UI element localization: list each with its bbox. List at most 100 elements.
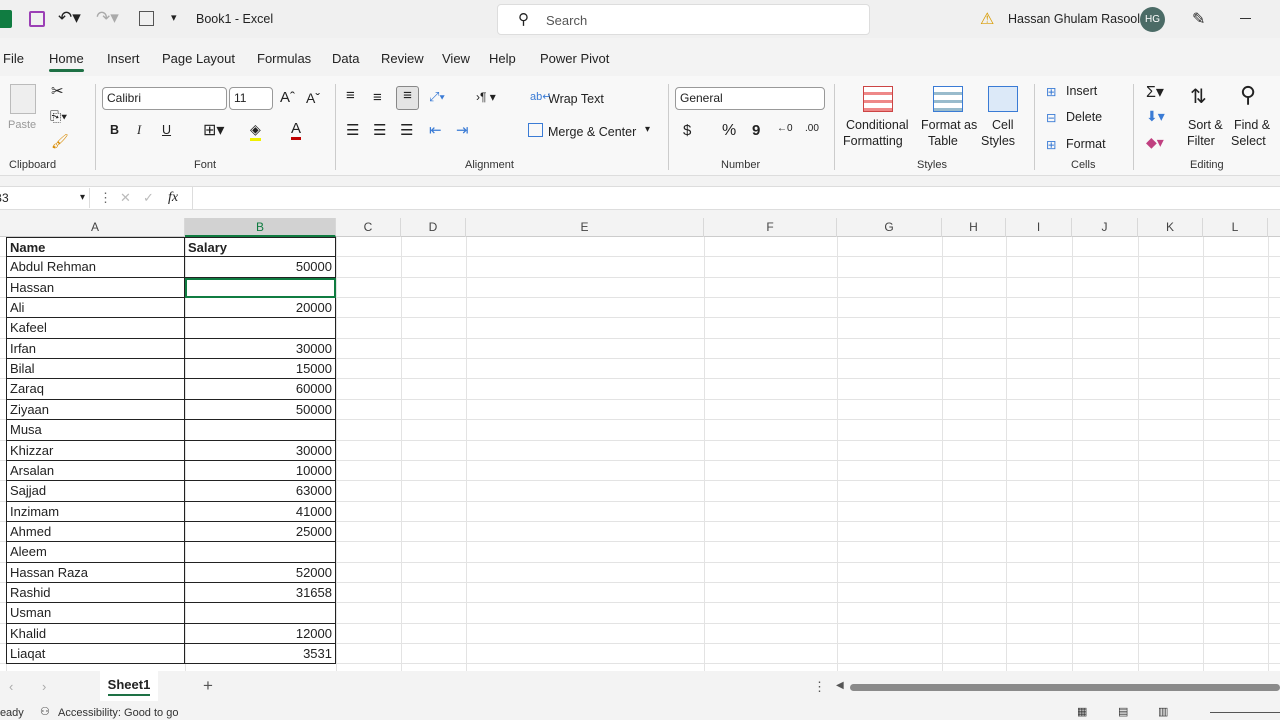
scroll-left-icon[interactable]: ◀ — [836, 680, 844, 691]
merge-center-button[interactable]: Merge & Center — [548, 125, 636, 139]
tab-formulas[interactable]: Formulas — [257, 51, 311, 66]
formula-input[interactable] — [192, 187, 1280, 209]
name-cell[interactable]: Ahmed — [6, 521, 185, 543]
insert-function-button[interactable]: fx — [168, 190, 178, 206]
number-format-select[interactable]: General — [675, 87, 825, 110]
salary-cell[interactable]: 52000 — [185, 562, 336, 583]
undo-icon[interactable]: ↶▾ — [58, 8, 81, 28]
italic-button[interactable]: I — [137, 123, 141, 138]
currency-button[interactable]: $ — [683, 122, 691, 139]
name-cell[interactable]: Hassan Raza — [6, 562, 185, 583]
font-name-select[interactable]: Calibri — [102, 87, 227, 110]
sort-filter-button[interactable]: Filter — [1187, 134, 1215, 148]
merge-dropdown-icon[interactable]: ▾ — [645, 124, 650, 135]
fill-icon[interactable]: ⬇▾ — [1146, 108, 1165, 125]
column-header-b[interactable]: B — [185, 218, 336, 237]
column-header-l[interactable]: L — [1203, 218, 1268, 237]
name-cell[interactable]: Khizzar — [6, 440, 185, 461]
find-select-label[interactable]: Find & — [1234, 118, 1270, 132]
salary-cell[interactable] — [185, 420, 336, 441]
pen-icon[interactable]: ✎ — [1192, 9, 1205, 29]
horizontal-scrollbar[interactable] — [850, 684, 1280, 691]
add-sheet-button[interactable]: + — [203, 676, 213, 696]
column-header-a[interactable]: A — [6, 218, 185, 237]
increase-decimal-icon[interactable]: ←0 — [777, 123, 793, 134]
increase-indent-icon[interactable]: ⇥ — [456, 121, 469, 139]
autosum-icon[interactable]: Σ▾ — [1146, 82, 1164, 102]
borders-icon[interactable]: ⊞▾ — [203, 120, 224, 140]
name-cell[interactable]: Zaraq — [6, 379, 185, 400]
tab-file[interactable]: File — [3, 51, 24, 66]
comma-button[interactable]: 9 — [752, 122, 760, 139]
column-header-k[interactable]: K — [1138, 218, 1203, 237]
percent-button[interactable]: % — [722, 122, 736, 140]
enter-icon[interactable]: ✓ — [143, 190, 154, 206]
salary-cell[interactable]: 20000 — [185, 298, 336, 319]
name-cell[interactable]: Arsalan — [6, 460, 185, 482]
align-left-icon[interactable]: ☰ — [346, 121, 359, 139]
tab-data[interactable]: Data — [332, 51, 359, 66]
paste-icon[interactable] — [10, 84, 36, 114]
delete-cells-button[interactable]: Delete — [1066, 110, 1102, 124]
paste-button[interactable]: Paste — [8, 119, 36, 131]
form-icon[interactable] — [139, 11, 154, 26]
fill-color-icon[interactable]: ◈ — [250, 121, 261, 141]
find-select-button[interactable]: Select — [1231, 134, 1266, 148]
cancel-icon[interactable]: ✕ — [120, 190, 131, 206]
column-header-h[interactable]: H — [942, 218, 1006, 237]
salary-cell[interactable] — [185, 318, 336, 339]
increase-font-icon[interactable]: Aˆ — [280, 89, 295, 106]
name-cell[interactable]: Abdul Rehman — [6, 257, 185, 278]
salary-cell[interactable] — [185, 542, 336, 563]
copy-icon[interactable]: ⎘▾ — [50, 108, 67, 125]
avatar[interactable]: HG — [1140, 7, 1165, 32]
name-cell[interactable]: Usman — [6, 603, 185, 624]
name-cell[interactable]: Inzimam — [6, 501, 185, 522]
worksheet-grid[interactable]: Name Salary Abdul Rehman 50000 Hassan Ali 2000… — [0, 237, 1280, 671]
name-cell[interactable]: Hassan — [6, 277, 185, 299]
prev-sheet-icon[interactable]: ‹ — [9, 679, 13, 694]
name-cell[interactable]: Aleem — [6, 542, 185, 563]
align-top-icon[interactable]: ≡ — [346, 87, 355, 104]
salary-cell[interactable]: 15000 — [185, 359, 336, 380]
page-layout-view-icon[interactable]: ▤ — [1118, 705, 1128, 718]
salary-cell[interactable]: 41000 — [185, 501, 336, 522]
column-header-c[interactable]: C — [336, 218, 401, 237]
save-icon[interactable] — [29, 11, 45, 27]
chevron-down-icon[interactable]: ▾ — [80, 188, 85, 208]
tab-insert[interactable]: Insert — [107, 51, 140, 66]
user-name[interactable]: Hassan Ghulam Rasool — [1008, 12, 1140, 26]
name-cell[interactable]: Rashid — [6, 582, 185, 604]
salary-cell[interactable]: 25000 — [185, 521, 336, 543]
salary-cell[interactable]: 63000 — [185, 481, 336, 502]
align-bottom-icon[interactable]: ≡ — [396, 86, 419, 110]
tab-power-pivot[interactable]: Power Pivot — [540, 51, 609, 66]
salary-cell[interactable]: 30000 — [185, 338, 336, 360]
minimize-button[interactable] — [1240, 18, 1251, 19]
cell-styles-button[interactable]: Styles — [981, 134, 1015, 148]
search-box[interactable]: ⚲ Search — [497, 4, 870, 35]
decrease-font-icon[interactable]: Aˇ — [306, 90, 320, 106]
tab-help[interactable]: Help — [489, 51, 516, 66]
wrap-text-button[interactable]: Wrap Text — [548, 92, 604, 106]
decrease-indent-icon[interactable]: ⇤ — [429, 121, 442, 139]
text-direction-icon[interactable]: ›¶ ▾ — [476, 90, 496, 104]
tab-review[interactable]: Review — [381, 51, 424, 66]
format-cells-button[interactable]: Format — [1066, 137, 1106, 151]
decrease-decimal-icon[interactable]: .00 — [805, 123, 819, 134]
salary-cell[interactable]: 50000 — [185, 399, 336, 421]
align-middle-icon[interactable]: ≡ — [373, 89, 382, 106]
align-center-icon[interactable]: ☰ — [373, 121, 386, 139]
clear-icon[interactable]: ◆▾ — [1146, 134, 1164, 151]
cut-icon[interactable]: ✂ — [51, 82, 64, 100]
font-color-icon[interactable]: A — [291, 120, 302, 140]
salary-cell[interactable]: 3531 — [185, 644, 336, 665]
salary-header[interactable]: Salary — [185, 237, 336, 258]
sheet-tab-sheet1[interactable]: Sheet1 — [100, 671, 158, 701]
conditional-formatting-label[interactable]: Conditional — [846, 118, 909, 132]
salary-cell[interactable] — [185, 603, 336, 624]
salary-cell[interactable]: 50000 — [185, 257, 336, 278]
tab-view[interactable]: View — [442, 51, 470, 66]
cell-styles-label[interactable]: Cell — [992, 118, 1014, 132]
name-cell[interactable]: Liaqat — [6, 644, 185, 665]
